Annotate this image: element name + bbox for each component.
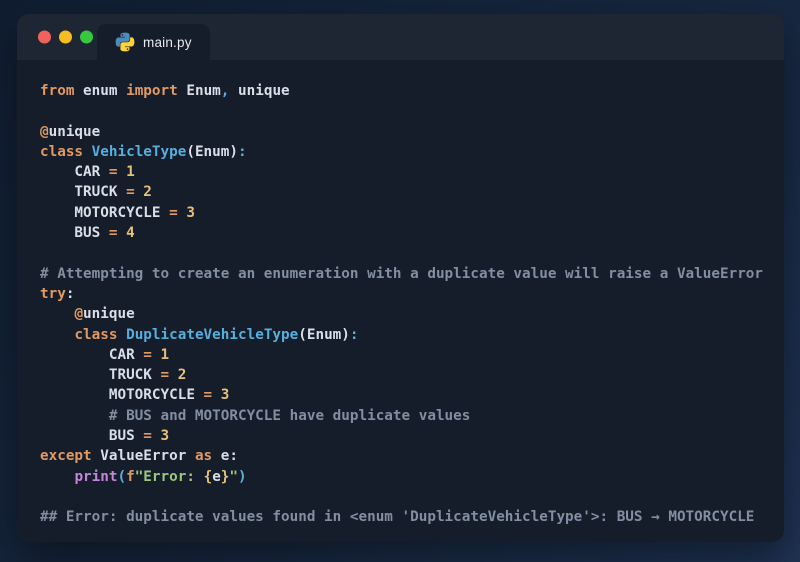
code-line: class DuplicateVehicleType(Enum):: [40, 325, 770, 345]
code-line: TRUCK = 2: [40, 365, 770, 385]
code-line: # Attempting to create an enumeration wi…: [40, 264, 770, 284]
code-line: CAR = 1: [40, 162, 770, 182]
code-line: [40, 243, 770, 263]
zoom-button[interactable]: [80, 31, 93, 44]
code-line: from enum import Enum, unique: [40, 81, 770, 101]
code-window: main.py from enum import Enum, unique @u…: [17, 14, 784, 542]
python-icon: [115, 32, 135, 52]
code-line: except ValueError as e:: [40, 446, 770, 466]
code-line: CAR = 1: [40, 345, 770, 365]
window-titlebar: main.py: [17, 14, 784, 60]
code-line: @unique: [40, 122, 770, 142]
close-button[interactable]: [38, 31, 51, 44]
minimize-button[interactable]: [59, 31, 72, 44]
code-line: @unique: [40, 304, 770, 324]
code-line: MOTORCYCLE = 3: [40, 203, 770, 223]
code-line: [40, 101, 770, 121]
code-line: # BUS and MOTORCYCLE have duplicate valu…: [40, 406, 770, 426]
desktop-background: main.py from enum import Enum, unique @u…: [0, 0, 800, 562]
tab-label: main.py: [143, 35, 192, 50]
code-line: BUS = 4: [40, 223, 770, 243]
code-line: [40, 487, 770, 507]
code-line: try:: [40, 284, 770, 304]
code-line: TRUCK = 2: [40, 182, 770, 202]
tab-main-py[interactable]: main.py: [97, 24, 210, 60]
code-line: class VehicleType(Enum):: [40, 142, 770, 162]
code-line: BUS = 3: [40, 426, 770, 446]
code-line: ## Error: duplicate values found in <enu…: [40, 507, 770, 527]
code-editor[interactable]: from enum import Enum, unique @uniquecla…: [17, 60, 784, 542]
code-line: MOTORCYCLE = 3: [40, 385, 770, 405]
traffic-lights: [38, 31, 93, 44]
code-line: print(f"Error: {e}"): [40, 467, 770, 487]
